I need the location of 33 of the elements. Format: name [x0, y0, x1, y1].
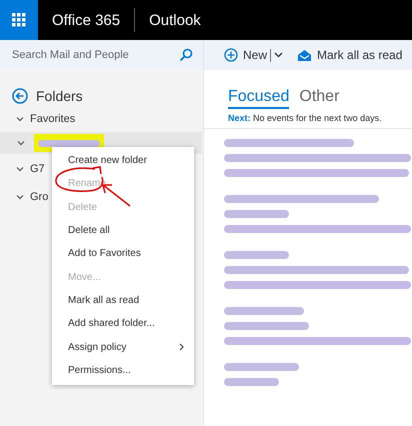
folder-group[interactable]: G7: [30, 163, 45, 175]
waffle-icon: [12, 13, 26, 27]
mark-all-read-button[interactable]: Mark all as read: [297, 48, 402, 62]
chevron-icon[interactable]: [16, 116, 24, 122]
menu-item[interactable]: Permissions...: [52, 358, 194, 382]
new-button[interactable]: New: [224, 48, 268, 62]
menu-item[interactable]: Assign policy: [52, 335, 194, 359]
caret-icon[interactable]: [274, 52, 284, 58]
menu-item[interactable]: Mark all as read: [52, 288, 194, 312]
folder-group[interactable]: Favorites: [30, 113, 76, 125]
redaction-bar: [224, 210, 289, 218]
app-launcher[interactable]: [0, 0, 38, 40]
menu-item[interactable]: Create new folder: [52, 149, 194, 172]
chevron-icon[interactable]: [16, 166, 24, 172]
redaction-bar: [224, 378, 279, 386]
menu-item[interactable]: Add to Favorites: [52, 242, 194, 266]
chevron-icon[interactable]: [16, 194, 24, 200]
suite-title[interactable]: Office 365: [52, 12, 120, 28]
chevron-icon[interactable]: [17, 140, 25, 146]
folder-group[interactable]: Gro: [30, 191, 48, 203]
inbox-tab[interactable]: Focused: [228, 88, 290, 109]
folders-heading: Folders: [36, 88, 83, 104]
redaction-bar: [224, 251, 289, 259]
upcoming-events-text: Next: No events for the next two days.: [227, 112, 383, 123]
search-box[interactable]: Search Mail and People: [0, 40, 203, 70]
menu-item[interactable]: Delete all: [52, 218, 194, 242]
inbox-tab[interactable]: Other: [299, 88, 340, 109]
menu-item[interactable]: Add shared folder...: [52, 312, 194, 336]
search-icon: [179, 48, 193, 62]
envelope-icon: [297, 48, 312, 62]
plus-circle-icon: [224, 48, 238, 62]
search-field[interactable]: Search Mail and People: [12, 49, 179, 61]
app-title[interactable]: Outlook: [149, 12, 201, 28]
